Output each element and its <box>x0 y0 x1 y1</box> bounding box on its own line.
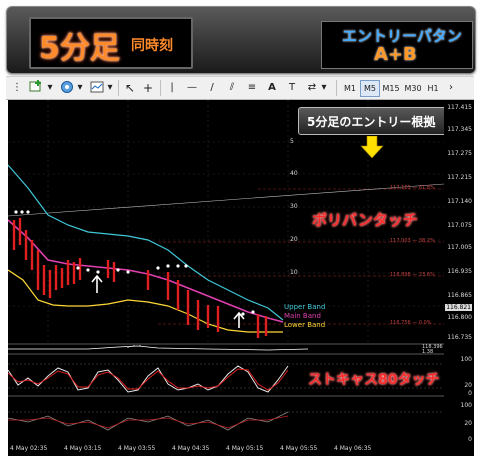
price-tick: 116.865 <box>447 292 472 299</box>
grid-label: 30 <box>290 203 298 210</box>
grid-label: 5 <box>290 138 294 145</box>
banner-pattern-title: エントリーパタン <box>342 27 462 45</box>
legend-lower-band: Lower Band <box>284 321 326 329</box>
macd-tick: 100 <box>460 402 472 409</box>
macd-tick: 20 <box>464 420 472 427</box>
banner-subtitle: 同時刻 <box>131 38 173 54</box>
grid-label: 20 <box>290 236 298 243</box>
time-tick: 4 May 05:55 <box>280 445 318 452</box>
banner-pattern-box: エントリーパタン A+B <box>321 21 473 69</box>
tf-m30[interactable]: M30 <box>402 80 424 97</box>
vertical-line-icon[interactable]: | <box>164 80 180 96</box>
horizontal-line-icon[interactable]: — <box>184 80 200 96</box>
time-tick: 4 May 06:35 <box>334 445 372 452</box>
fib-level-label: 116.898 — 23.6% <box>390 272 435 278</box>
trendline-icon[interactable]: / <box>204 80 220 96</box>
entry-basis-text: 5分足のエントリー根拠 <box>307 115 436 129</box>
time-tick: 4 May 04:35 <box>172 445 210 452</box>
cursor-icon[interactable]: ↖ <box>122 80 138 96</box>
stoch-tick: 0 <box>468 390 472 397</box>
fib-level-label: 116.756 — 0.0% <box>390 320 432 326</box>
price-tick: 117.275 <box>447 150 472 157</box>
price-tick: 117.075 <box>447 222 472 229</box>
chart-canvas[interactable]: 40 30 20 10 5 117.165 — 61.8% 117.003 — … <box>7 100 445 444</box>
fib-level-label: 117.165 — 61.8% <box>390 185 435 191</box>
legend-upper-band: Upper Band <box>284 303 326 311</box>
tf-h1[interactable]: H1 <box>424 80 442 97</box>
price-tick: 117.345 <box>447 126 472 133</box>
chart-toolbar: ⋮ ▾ ▾ ▾ ↖ + | — / ⫽ ≡ A T ⇄ ▾ M1 M5 M15 … <box>6 76 474 100</box>
arrow-shapes-icon[interactable]: ⇄ <box>304 80 320 96</box>
bollinger-touch-label: ボリバンタッチ <box>312 211 418 229</box>
new-chart-icon[interactable] <box>26 80 46 96</box>
text-icon[interactable]: A <box>264 80 280 96</box>
grid-label: 10 <box>290 269 298 276</box>
stoch-tick: 20 <box>464 382 472 389</box>
down-arrow-icon <box>360 136 384 158</box>
banner-title-box: 5分足 同時刻 <box>29 17 193 69</box>
time-tick: 4 May 03:55 <box>118 445 156 452</box>
entry-basis-callout: 5分足のエントリー根拠 <box>298 107 452 135</box>
price-axis: 117.415 117.345 117.275 117.215 117.140 … <box>444 100 474 444</box>
channel-icon[interactable]: ⫽ <box>224 80 240 96</box>
time-tick: 4 May 03:15 <box>64 445 102 452</box>
indicator-icon[interactable] <box>58 80 76 96</box>
tf-m15[interactable]: M15 <box>380 80 402 97</box>
macd-value: 1.38 <box>422 349 434 355</box>
time-tick: 4 May 05:15 <box>226 445 264 452</box>
price-tick: 117.005 <box>447 244 472 251</box>
price-tick: 117.215 <box>447 174 472 181</box>
shapes-dropdown-icon[interactable]: ▾ <box>320 80 328 96</box>
grid-label: 40 <box>290 170 298 177</box>
new-chart-dropdown-icon[interactable]: ▾ <box>46 80 54 96</box>
price-tick: 117.140 <box>447 198 472 205</box>
fibonacci-icon[interactable]: ≡ <box>244 80 260 96</box>
tf-m5[interactable]: M5 <box>360 80 380 97</box>
time-axis: 4 May 02:35 4 May 03:15 4 May 03:55 4 Ma… <box>8 444 474 456</box>
time-tick: 4 May 02:35 <box>10 445 48 452</box>
indicator-dropdown-icon[interactable]: ▾ <box>76 80 84 96</box>
toolbar-handle-icon: ⋮ <box>12 82 22 93</box>
tf-m1[interactable]: M1 <box>340 80 360 97</box>
template-icon[interactable] <box>88 80 106 96</box>
stoch-tick: 100 <box>460 356 472 363</box>
price-tick: 116.935 <box>447 268 472 275</box>
price-tick: 116.800 <box>447 314 472 321</box>
legend-main-band: Main Band <box>284 312 321 320</box>
price-tick: 116.735 <box>447 334 472 341</box>
banner-title: 5分足 <box>39 31 120 66</box>
toolbar-overflow-icon[interactable]: › <box>444 80 458 96</box>
label-icon[interactable]: T <box>284 80 300 96</box>
crosshair-icon[interactable]: + <box>140 80 156 96</box>
current-price-tag: 116.821 <box>445 304 472 311</box>
price-tick: 117.415 <box>447 104 472 111</box>
stochastic-touch-label: ストキャス80タッチ <box>308 372 440 388</box>
template-dropdown-icon[interactable]: ▾ <box>106 80 114 96</box>
macd-tick: 0 <box>468 436 472 443</box>
fib-level-label: 117.003 — 38.2% <box>390 238 435 244</box>
header-banner: 5分足 同時刻 エントリーパタン A+B <box>6 6 476 74</box>
banner-pattern-value: A+B <box>374 44 417 65</box>
